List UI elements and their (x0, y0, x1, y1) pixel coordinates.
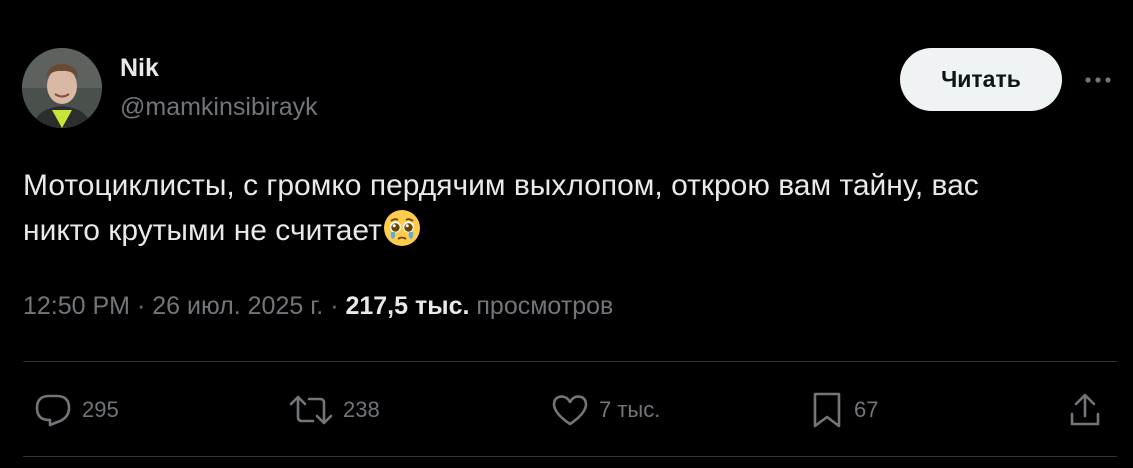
reply-count: 295 (82, 397, 119, 422)
repost-count: 238 (343, 397, 380, 422)
views-count: 217,5 тыс. (345, 292, 470, 320)
tweet-date[interactable]: 26 июл. 2025 г. (152, 292, 323, 320)
avatar[interactable] (22, 48, 102, 128)
meta-separator: · (136, 292, 146, 320)
tweet-text: Мотоциклисты, с громко пердячим выхлопом… (23, 164, 1118, 253)
pleading-face-emoji-icon (383, 210, 420, 246)
tweet-text-line2: никто крутыми не считает (23, 214, 382, 247)
bookmark-button[interactable]: 67 (810, 390, 878, 430)
divider-top (23, 361, 1117, 362)
like-count: 7 тыс. (599, 397, 661, 422)
repost-button[interactable]: 238 (289, 390, 380, 430)
tweet-time[interactable]: 12:50 PM (23, 292, 130, 320)
repost-icon (289, 395, 333, 425)
heart-icon (552, 395, 588, 426)
follow-button[interactable]: Читать (900, 48, 1062, 111)
share-icon (1070, 393, 1100, 426)
share-button[interactable] (1068, 390, 1102, 430)
author-handle[interactable]: @mamkinsibirayk (120, 93, 318, 122)
bookmark-count: 67 (854, 397, 879, 422)
tweet-meta: 12:50 PM · 26 июл. 2025 г. · 217,5 тыс. … (23, 292, 613, 321)
views-label: просмотров (476, 292, 614, 320)
meta-separator: · (330, 292, 339, 320)
divider-bottom (23, 456, 1117, 457)
bookmark-icon (813, 392, 841, 428)
profile-photo-icon (22, 48, 102, 128)
tweet-text-line1: Мотоциклисты, с громко пердячим выхлопом… (23, 169, 979, 202)
more-button[interactable] (1080, 64, 1116, 96)
reply-icon (35, 394, 71, 427)
like-button[interactable]: 7 тыс. (551, 390, 660, 430)
author-name[interactable]: Nik (120, 54, 159, 83)
reply-button[interactable]: 295 (34, 390, 119, 430)
more-dots-icon (1085, 77, 1111, 83)
